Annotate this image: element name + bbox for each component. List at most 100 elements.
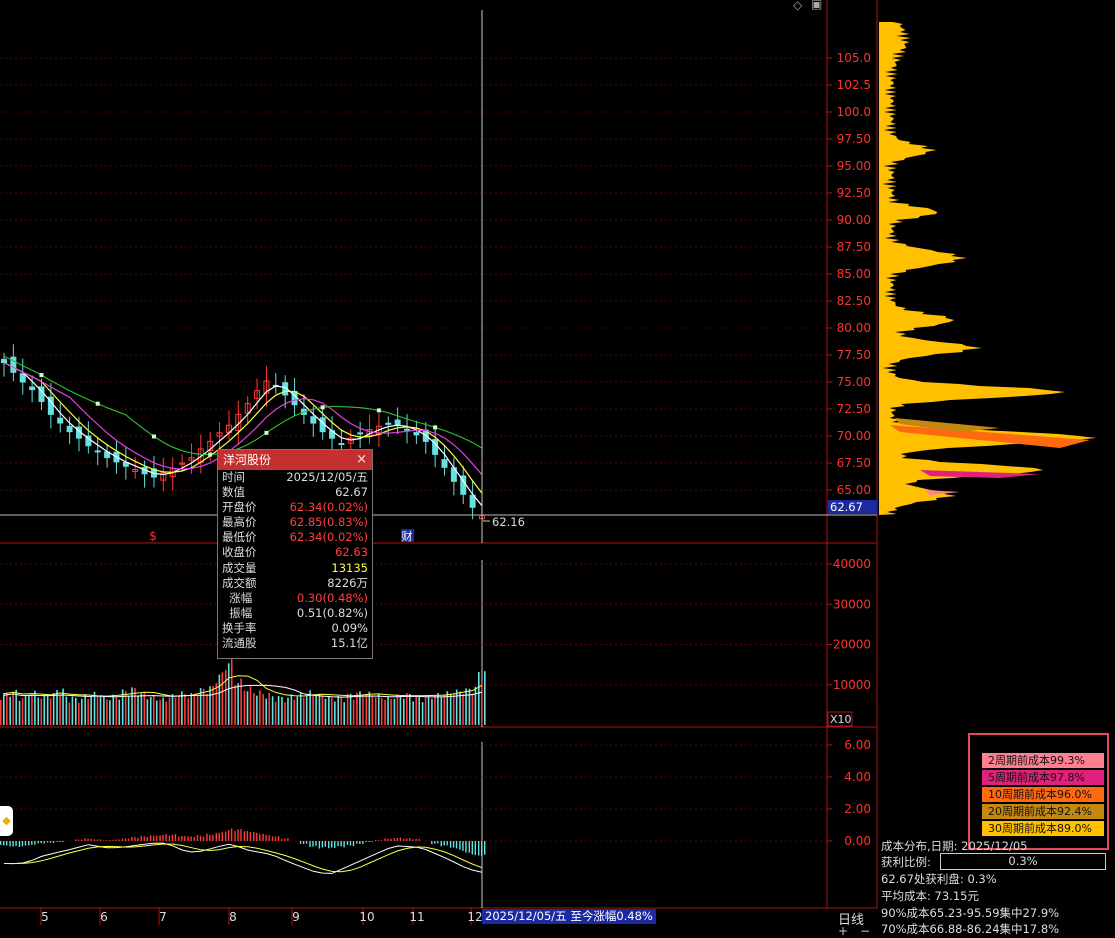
volume-bar: [281, 696, 283, 725]
macd-histogram-bar: [474, 841, 477, 856]
current-price-label: 62.67: [830, 500, 863, 514]
volume-bar: [437, 693, 439, 725]
volume-bar: [131, 687, 133, 725]
volume-bar: [140, 693, 143, 725]
volume-bar: [227, 663, 230, 725]
macd-histogram-bar: [309, 841, 311, 848]
tooltip-key: 涨幅: [222, 590, 253, 605]
candle-body: [1, 358, 7, 364]
volume-bar: [218, 674, 221, 725]
macd-tick-label: 4.00: [844, 770, 871, 784]
macd-histogram-bar: [74, 839, 77, 841]
macd-histogram-bar: [418, 839, 420, 841]
tooltip-row: 时间 2025/12/05/五: [218, 470, 372, 485]
ma-marker: [376, 408, 381, 413]
candle-body: [29, 386, 36, 391]
volume-bar: [90, 696, 92, 725]
volume-bar: [146, 699, 149, 725]
macd-histogram-bar: [127, 838, 130, 841]
volume-bar: [43, 694, 46, 725]
volume-bar: [459, 691, 461, 725]
volume-bar: [77, 702, 80, 725]
window-square-icon[interactable]: ▣: [811, 0, 822, 11]
macd-histogram-bar: [465, 841, 467, 853]
volume-bar: [328, 696, 330, 725]
macd-histogram-bar: [406, 838, 408, 841]
volume-bar: [215, 682, 218, 725]
volume-bar: [371, 696, 374, 725]
macd-histogram-bar: [209, 834, 211, 841]
macd-histogram-bar: [6, 841, 8, 846]
macd-histogram-bar: [265, 834, 267, 841]
macd-histogram-bar: [312, 841, 314, 847]
tooltip-key: 开盘价: [222, 500, 257, 515]
macd-histogram-bar: [106, 840, 108, 841]
close-icon[interactable]: ×: [356, 450, 367, 470]
volume-bar: [315, 694, 317, 725]
date-label: 8: [229, 910, 237, 924]
macd-histogram-bar: [237, 829, 239, 841]
volume-bar: [356, 692, 358, 725]
macd-histogram-bar: [215, 832, 217, 841]
macd-histogram-bar: [268, 835, 270, 841]
macd-histogram-bar: [124, 838, 127, 841]
macd-histogram-bar: [374, 840, 377, 841]
volume-bar: [443, 694, 446, 725]
volume-bar: [271, 696, 274, 725]
price-tick-label: 105.0: [837, 51, 871, 65]
macd-histogram-bar: [331, 841, 333, 848]
volume-bar: [149, 697, 152, 725]
macd-histogram-bar: [277, 836, 280, 841]
volume-bar: [71, 696, 74, 725]
macd-histogram-bar: [34, 841, 36, 845]
volume-bar: [28, 695, 30, 725]
macd-histogram-bar: [337, 841, 339, 847]
tooltip-value: 2025/12/05/五: [286, 470, 368, 484]
macd-histogram-bar: [368, 841, 370, 842]
volume-tick-label: 10000: [833, 678, 871, 692]
macd-histogram-bar: [415, 839, 417, 841]
volume-bar: [178, 695, 180, 725]
volume-bar: [262, 694, 265, 725]
volume-bar: [484, 671, 486, 725]
macd-histogram-bar: [390, 838, 392, 841]
volume-bar: [65, 696, 68, 725]
volume-bar: [384, 699, 386, 725]
volume-bar: [343, 702, 346, 725]
macd-histogram-bar: [346, 841, 349, 845]
macd-histogram-bar: [227, 830, 230, 841]
macd-histogram-bar: [315, 841, 317, 846]
volume-bar: [380, 697, 383, 725]
volume-bar: [74, 697, 77, 725]
volume-bar: [206, 694, 208, 725]
macd-histogram-bar: [299, 841, 302, 844]
macd-histogram-bar: [159, 835, 161, 841]
chip-legend-item: 30周期前成本89.0%: [982, 821, 1104, 836]
volume-bar: [427, 696, 430, 725]
macd-histogram-bar: [3, 841, 5, 846]
tooltip-key: 收盘价: [222, 545, 257, 560]
macd-histogram-bar: [84, 838, 86, 841]
volume-bar: [465, 688, 467, 725]
volume-bar: [478, 672, 480, 725]
diamond-icon[interactable]: ◇: [793, 0, 802, 12]
volume-bar: [249, 686, 252, 725]
tooltip-rows: 时间 2025/12/05/五 数值 62.67 开盘价 62.34(0.02%) 最高价 6…: [218, 470, 372, 651]
volume-bar: [190, 693, 193, 725]
macd-histogram-bar: [249, 831, 252, 841]
macd-histogram-bar: [162, 834, 164, 841]
chart-canvas[interactable]: 65.0067.5070.0072.5075.0077.5080.0082.50…: [0, 0, 1115, 936]
volume-bar: [462, 694, 464, 725]
macd-histogram-bar: [199, 835, 202, 841]
chip-legend-item: 2周期前成本99.3%: [982, 753, 1104, 768]
macd-histogram-bar: [305, 841, 308, 844]
volume-bar: [253, 693, 255, 725]
candle-body: [413, 432, 420, 436]
side-badge-icon[interactable]: ◆: [0, 806, 13, 836]
volume-multiplier-label: X10: [830, 713, 852, 726]
volume-bar: [240, 678, 242, 725]
macd-histogram-bar: [155, 835, 158, 841]
volume-bar: [455, 689, 458, 725]
chip-period-legend: 2周期前成本99.3% 5周期前成本97.8% 10周期前成本96.0% 20周期前成…: [968, 733, 1109, 850]
crosshair-date: 2025/12/05/五: [485, 909, 567, 923]
